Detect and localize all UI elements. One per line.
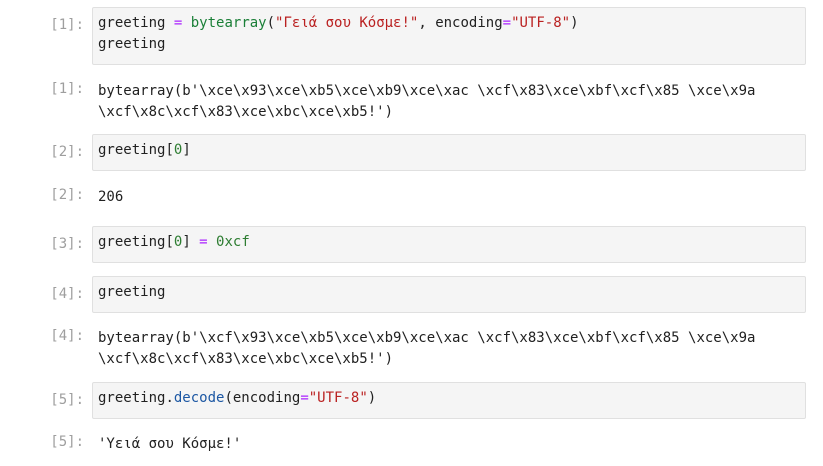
cell-2-output-prompt: [2]: — [50, 187, 84, 203]
code-token: = — [173, 15, 183, 31]
cell-3-input-prompt: [3]: — [50, 236, 84, 252]
code-token: greeting — [98, 142, 166, 158]
code-token: . — [165, 390, 174, 406]
code-token: 0xcf — [216, 234, 250, 250]
output-line: \xcf\x8c\xcf\x83\xce\xbc\xce\xb5!') — [98, 351, 394, 367]
output-line: bytearray(b'\xcf\x93\xce\xb5\xce\xb9\xce… — [98, 330, 756, 346]
code-token: greeting — [98, 234, 166, 250]
cell-4-output: bytearray(b'\xcf\x93\xce\xb5\xce\xb9\xce… — [98, 328, 810, 370]
cell-5-code-input[interactable]: greeting.decode(encoding="UTF-8") — [92, 382, 806, 419]
code-token: , encoding — [418, 15, 503, 31]
code-token: = — [300, 390, 309, 406]
code-token: ) — [570, 15, 579, 31]
cell-1-output-prompt: [1]: — [50, 81, 84, 97]
cell-4-output-prompt: [4]: — [50, 328, 84, 344]
code-token: "UTF-8" — [308, 390, 368, 406]
cell-1-output: bytearray(b'\xce\x93\xce\xb5\xce\xb9\xce… — [98, 81, 810, 123]
cell-5-output-prompt: [5]: — [50, 434, 84, 450]
code-token: "Γειά σου Κόσμε!" — [275, 15, 419, 31]
code-token: = — [199, 234, 208, 250]
code-token: bytearray — [190, 15, 267, 31]
cell-5-output: 'Υειά σου Κόσμε!' — [98, 434, 810, 455]
output-line: 206 — [98, 189, 124, 205]
code-token: decode — [173, 390, 225, 406]
code-token: = — [502, 15, 512, 31]
code-token: ) — [367, 390, 377, 406]
cell-2-code-input[interactable]: greeting[0] — [92, 134, 806, 171]
code-token: greeting — [98, 390, 166, 406]
code-token: [ — [165, 142, 174, 158]
code-token: greeting — [98, 284, 166, 300]
code-token: "UTF-8" — [511, 15, 571, 31]
cell-1-input-prompt: [1]: — [50, 17, 84, 33]
code-token: (encoding — [224, 390, 301, 406]
code-token: ] — [182, 234, 200, 250]
code-token: [ — [165, 234, 174, 250]
code-token: greeting — [98, 36, 166, 52]
cell-4-code-input[interactable]: greeting — [92, 276, 806, 313]
cell-2-input-prompt: [2]: — [50, 144, 84, 160]
code-token: greeting — [98, 15, 166, 31]
cell-3-code-input[interactable]: greeting[0] = 0xcf — [92, 226, 806, 263]
code-token: ( — [266, 15, 276, 31]
cell-5-input-prompt: [5]: — [50, 392, 84, 408]
cell-4-input-prompt: [4]: — [50, 286, 84, 302]
cell-1-code-input[interactable]: greeting = bytearray("Γειά σου Κόσμε!", … — [92, 7, 806, 65]
code-token: ] — [182, 142, 191, 158]
cell-2-output: 206 — [98, 187, 810, 208]
output-line: \xcf\x8c\xcf\x83\xce\xbc\xce\xb5!') — [98, 104, 394, 120]
output-line: 'Υειά σου Κόσμε!' — [98, 436, 242, 452]
output-line: bytearray(b'\xce\x93\xce\xb5\xce\xb9\xce… — [98, 83, 756, 99]
